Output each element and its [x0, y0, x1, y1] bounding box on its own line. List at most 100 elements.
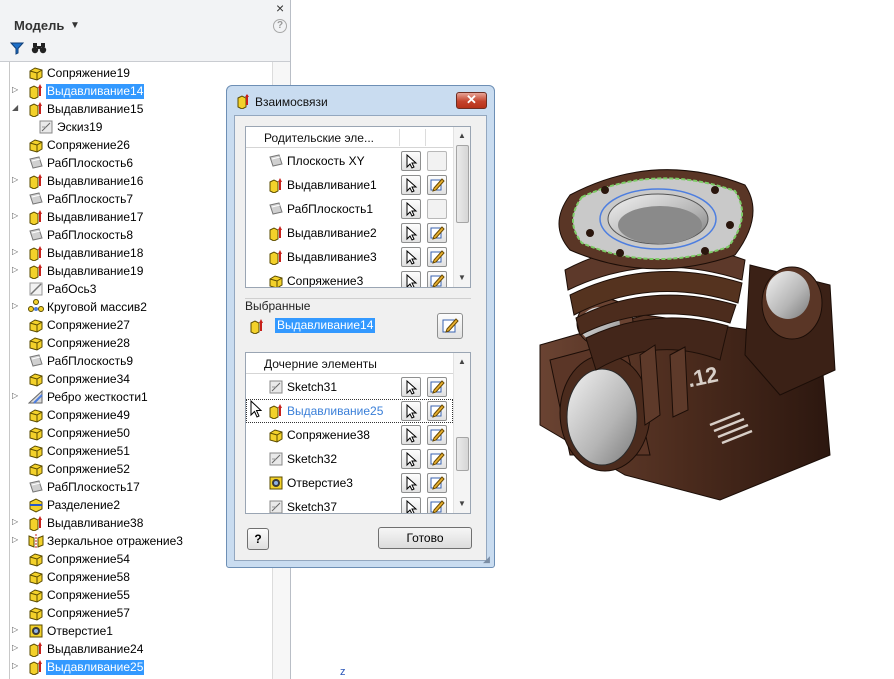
- tree-item[interactable]: Сопряжение58: [0, 568, 272, 586]
- child-row[interactable]: Sketch37: [246, 495, 453, 513]
- expand-arrow-icon[interactable]: ▷: [12, 517, 20, 527]
- edit-feature-button[interactable]: [427, 271, 447, 287]
- parent-row[interactable]: Выдавливание1: [246, 173, 453, 197]
- parent-row[interactable]: Выдавливание3: [246, 245, 453, 269]
- parent-row[interactable]: Выдавливание2: [246, 221, 453, 245]
- tree-item-label: РабПлоскость8: [47, 228, 134, 242]
- parent-row[interactable]: Плоскость XY: [246, 149, 453, 173]
- expand-arrow-icon[interactable]: ▷: [12, 301, 20, 311]
- extrude-icon: [28, 83, 44, 100]
- child-label: Отверстие3: [287, 476, 353, 490]
- select-in-model-button[interactable]: [401, 377, 421, 397]
- parents-header-label: Родительские эле...: [264, 131, 374, 145]
- edit-feature-button[interactable]: [427, 401, 447, 421]
- parent-row[interactable]: Сопряжение3: [246, 269, 453, 287]
- select-in-model-button[interactable]: [401, 449, 421, 469]
- expand-arrow-icon[interactable]: ▷: [12, 85, 20, 95]
- parents-column-header[interactable]: Родительские эле...: [246, 127, 453, 148]
- tree-item[interactable]: Сопряжение55: [0, 586, 272, 604]
- tree-item[interactable]: ▷ Выдавливание25: [0, 658, 272, 676]
- edit-feature-button[interactable]: [427, 473, 447, 493]
- help-icon[interactable]: ?: [273, 19, 287, 33]
- axis-label-z: z: [340, 666, 346, 678]
- done-button[interactable]: Готово: [378, 527, 472, 549]
- dialog-close-button[interactable]: ✕: [456, 92, 487, 109]
- expand-arrow-icon[interactable]: ▷: [12, 211, 20, 221]
- extrude-icon: [28, 263, 44, 280]
- edit-feature-button[interactable]: [427, 247, 447, 267]
- select-in-model-button[interactable]: [401, 425, 421, 445]
- expand-arrow-icon[interactable]: ▷: [12, 661, 20, 671]
- expand-arrow-icon[interactable]: ▷: [12, 391, 20, 401]
- resize-grip-icon[interactable]: ◢: [483, 554, 490, 565]
- edit-feature-button[interactable]: [427, 449, 447, 469]
- filter-icon[interactable]: [10, 41, 24, 55]
- select-in-model-button[interactable]: [401, 401, 421, 421]
- expand-arrow-icon[interactable]: ▷: [12, 247, 20, 257]
- tree-item[interactable]: Сопряжение57: [0, 604, 272, 622]
- tree-item[interactable]: Сопряжение19: [0, 64, 272, 82]
- expand-arrow-icon[interactable]: ▷: [12, 535, 20, 545]
- child-row[interactable]: Сопряжение38: [246, 423, 453, 447]
- tree-item-label: РабПлоскость9: [47, 354, 134, 368]
- expand-arrow-icon[interactable]: ▷: [12, 643, 20, 653]
- close-icon[interactable]: ×: [276, 1, 284, 15]
- tree-item-label: Отверстие1: [47, 624, 113, 638]
- expand-arrow-icon[interactable]: ▷: [12, 265, 20, 275]
- select-in-model-button[interactable]: [401, 175, 421, 195]
- select-in-model-button[interactable]: [401, 497, 421, 513]
- select-in-model-button[interactable]: [401, 271, 421, 287]
- edit-feature-button[interactable]: [427, 377, 447, 397]
- hole-icon: [28, 623, 44, 639]
- extrude-icon: [28, 209, 44, 226]
- workplane-icon: [28, 353, 44, 369]
- children-column-header[interactable]: Дочерние элементы: [246, 353, 453, 374]
- collapse-arrow-icon[interactable]: ◢: [12, 103, 20, 113]
- extrude-icon: [28, 101, 44, 118]
- edit-feature-button[interactable]: [427, 223, 447, 243]
- child-row[interactable]: Sketch32: [246, 447, 453, 471]
- browser-title[interactable]: Модель: [14, 18, 64, 33]
- rib-icon: [27, 389, 44, 405]
- extrude-icon: [28, 641, 44, 658]
- edit-feature-button[interactable]: [427, 497, 447, 513]
- sketch-icon: [268, 499, 284, 513]
- edit-feature-button[interactable]: [427, 425, 447, 445]
- tree-item-label: Эскиз19: [57, 120, 103, 134]
- fillet-icon: [28, 317, 44, 333]
- select-in-model-button[interactable]: [401, 247, 421, 267]
- children-scrollbar[interactable]: ▲ ▼: [453, 353, 470, 513]
- parent-row[interactable]: РабПлоскость1: [246, 197, 453, 221]
- tree-item-label: Сопряжение19: [47, 66, 130, 80]
- edit-selected-button[interactable]: [437, 313, 463, 339]
- fillet-icon: [268, 273, 284, 287]
- dialog-titlebar[interactable]: Взаимосвязи ✕: [227, 86, 494, 116]
- engine-cylinder-model[interactable]: .12: [530, 155, 860, 515]
- edit-feature-button[interactable]: [427, 175, 447, 195]
- parents-scrollbar[interactable]: ▲ ▼: [453, 127, 470, 287]
- browser-header: Модель ▼ × ?: [0, 0, 290, 62]
- edit-feature-button-disabled: [427, 151, 447, 171]
- child-row[interactable]: Sketch31: [246, 375, 453, 399]
- select-in-model-button[interactable]: [401, 223, 421, 243]
- child-row[interactable]: Выдавливание25: [246, 399, 453, 423]
- sketch-icon: [268, 451, 284, 467]
- child-row[interactable]: Отверстие3: [246, 471, 453, 495]
- select-in-model-button[interactable]: [401, 473, 421, 493]
- chevron-down-icon[interactable]: ▼: [70, 20, 80, 31]
- tree-item[interactable]: ▷ Отверстие1: [0, 622, 272, 640]
- select-in-model-button[interactable]: [401, 151, 421, 171]
- fillet-icon: [28, 569, 44, 585]
- extrude-icon: [268, 403, 284, 420]
- selected-item-name[interactable]: Выдавливание14: [275, 318, 376, 333]
- expand-arrow-icon[interactable]: ▷: [12, 175, 20, 185]
- binoculars-icon[interactable]: [31, 40, 47, 56]
- select-in-model-button[interactable]: [401, 199, 421, 219]
- tree-item-label: РабПлоскость7: [47, 192, 134, 206]
- tree-item-label: Ребро жесткости1: [47, 390, 148, 404]
- dialog-help-button[interactable]: ?: [247, 528, 269, 550]
- tree-item[interactable]: ▷ Выдавливание24: [0, 640, 272, 658]
- parent-label: Выдавливание1: [287, 178, 377, 192]
- expand-arrow-icon[interactable]: ▷: [12, 625, 20, 635]
- children-header-label: Дочерние элементы: [264, 357, 377, 371]
